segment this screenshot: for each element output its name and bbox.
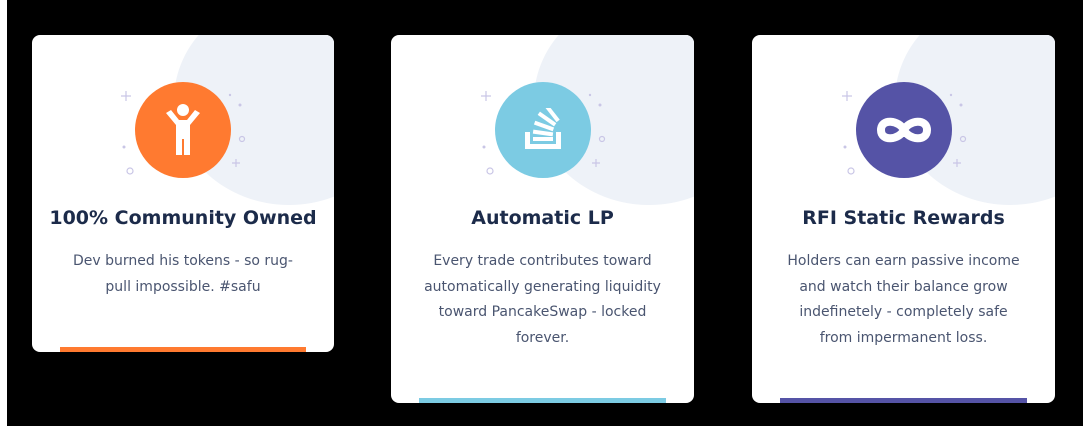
stack-inbox-icon bbox=[524, 108, 561, 149]
feature-section: 100% Community Owned Dev burned his toke… bbox=[0, 0, 1083, 426]
description-line: Holders can earn passive income bbox=[787, 253, 1020, 269]
card-description: Every trade contributes toward automatic… bbox=[415, 249, 670, 351]
infinity-icon bbox=[876, 117, 931, 143]
person-arms-up-icon bbox=[166, 104, 200, 155]
feature-card-community-owned: 100% Community Owned Dev burned his toke… bbox=[32, 35, 334, 352]
card-accent-bar bbox=[419, 398, 666, 403]
description-line: indefinetely - completely safe bbox=[799, 304, 1008, 320]
card-title: Automatic LP bbox=[471, 207, 614, 229]
card-icon-badge bbox=[494, 82, 591, 178]
description-line: toward PancakeSwap - locked bbox=[438, 304, 647, 320]
description-line: automatically generating liquidity bbox=[424, 278, 661, 295]
description-line: and watch their balance grow bbox=[799, 278, 1008, 295]
card-description: Holders can earn passive income and watc… bbox=[776, 249, 1031, 351]
card-title: RFI Static Rewards bbox=[802, 207, 1005, 229]
left-edge-strip bbox=[0, 0, 7, 426]
description-line: from impermanent loss. bbox=[819, 329, 988, 346]
description-line: Every trade contributes toward bbox=[433, 253, 652, 269]
card-accent-bar bbox=[780, 398, 1027, 403]
description-line: Dev burned his tokens - so rug- bbox=[72, 253, 293, 269]
description-line: forever. bbox=[515, 329, 570, 346]
feature-card-automatic-lp: Automatic LP Every trade contributes tow… bbox=[391, 35, 694, 403]
card-icon-badge bbox=[135, 82, 231, 178]
feature-card-rfi-static-rewards: RFI Static Rewards Holders can earn pass… bbox=[752, 35, 1055, 403]
card-accent-bar bbox=[60, 347, 306, 352]
card-description: Dev burned his tokens - so rug- pull imp… bbox=[56, 249, 310, 300]
card-icon-badge bbox=[855, 82, 952, 178]
card-title: 100% Community Owned bbox=[49, 207, 317, 229]
description-line: pull impossible. #safu bbox=[105, 278, 261, 295]
